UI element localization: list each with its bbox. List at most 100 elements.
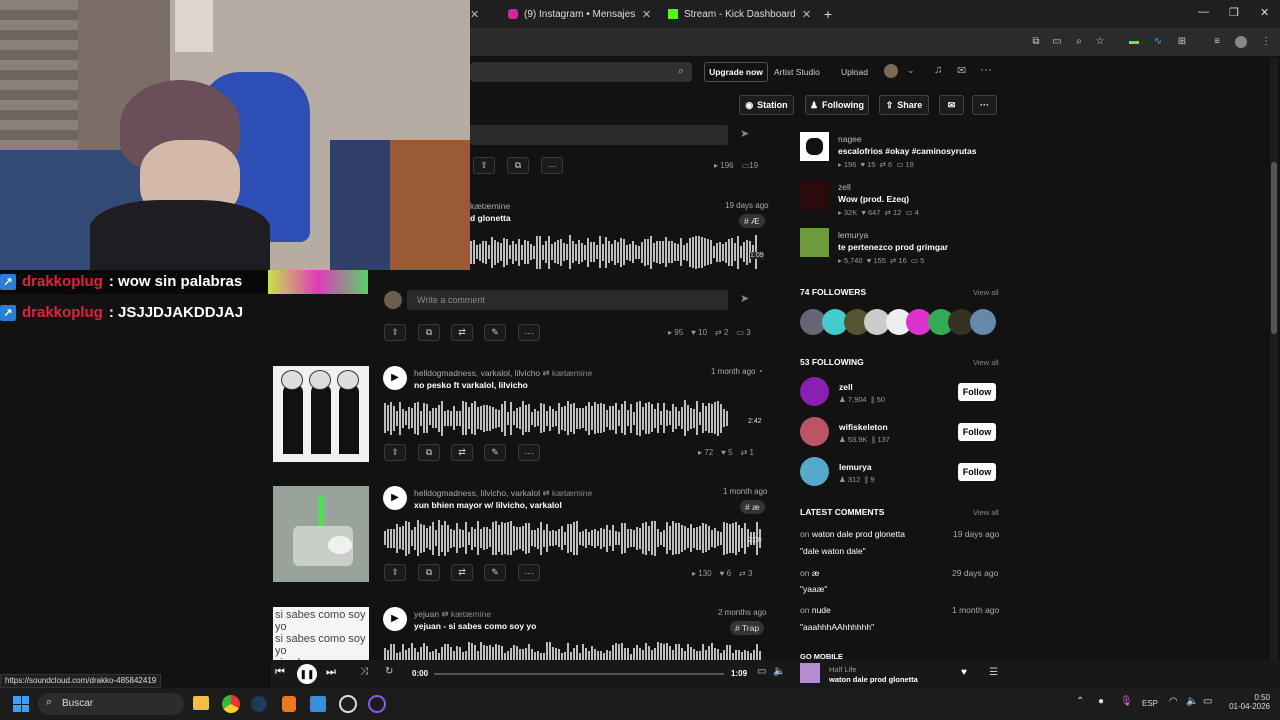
zoom-icon[interactable]: ⌕ bbox=[1073, 36, 1085, 48]
comment-track[interactable]: on nude bbox=[800, 605, 831, 615]
app-icon[interactable] bbox=[368, 695, 386, 713]
profile-avatar[interactable] bbox=[1235, 36, 1247, 48]
waveform[interactable] bbox=[384, 640, 761, 660]
plus-icon[interactable]: + bbox=[824, 6, 832, 22]
track-title[interactable]: no pesko ft varkalol, lilvicho bbox=[414, 380, 528, 390]
play-button[interactable]: ▶ bbox=[383, 607, 407, 631]
microphone-icon[interactable]: 🎙 bbox=[1120, 696, 1133, 707]
battery-icon[interactable]: ▭ bbox=[1203, 696, 1212, 707]
next-icon[interactable]: ⏭ bbox=[326, 666, 336, 679]
repost-button[interactable]: ⇄ bbox=[451, 564, 473, 581]
play-button[interactable]: ▶ bbox=[383, 366, 407, 390]
close-icon[interactable]: ✕ bbox=[470, 8, 479, 21]
copy-link-button[interactable]: ⧉ bbox=[418, 564, 440, 581]
following-name[interactable]: zell bbox=[839, 382, 853, 392]
track-title[interactable]: yejuan - si sabes como soy yo bbox=[414, 621, 536, 631]
send-icon[interactable]: ➤ bbox=[740, 127, 749, 140]
app-icon[interactable] bbox=[310, 696, 326, 712]
chrome-icon[interactable] bbox=[222, 695, 240, 713]
tray-icon[interactable]: ● bbox=[1098, 696, 1104, 707]
share-track-button[interactable]: ⇪ bbox=[473, 157, 495, 174]
track-artwork[interactable]: si sabes como soy yo si sabes como soy y… bbox=[273, 607, 369, 660]
track-artwork[interactable] bbox=[273, 486, 369, 582]
track-tag[interactable]: # æ bbox=[740, 500, 765, 514]
tab-close-prev[interactable]: ✕ bbox=[470, 4, 479, 24]
now-playing-title[interactable]: waton dale prod glonetta bbox=[829, 675, 918, 684]
following-button[interactable]: ♟ Following bbox=[805, 95, 869, 115]
scrollbar[interactable] bbox=[1270, 58, 1278, 660]
more-track-button[interactable]: ··· bbox=[518, 444, 540, 461]
send-icon[interactable]: ➤ bbox=[740, 292, 749, 305]
window-close-button[interactable]: ✕ bbox=[1260, 6, 1269, 19]
like-heart-icon[interactable]: ♥ bbox=[961, 667, 967, 678]
chevron-down-icon[interactable]: ⌄ bbox=[907, 65, 915, 76]
cast-icon[interactable]: ▭ bbox=[1051, 36, 1063, 48]
share-track-button[interactable]: ⇪ bbox=[384, 564, 406, 581]
wifi-icon[interactable]: ◠ bbox=[1169, 696, 1178, 707]
track-artist[interactable]: helldogmadness, varkalol, lilvicho ⇄ kæt… bbox=[414, 368, 592, 379]
comment-track[interactable]: on waton dale prod glonetta bbox=[800, 529, 905, 539]
extension-icon[interactable]: ▬ bbox=[1128, 36, 1140, 48]
mail-icon[interactable]: ✉ bbox=[957, 64, 966, 77]
pause-button[interactable]: ❚❚ bbox=[297, 664, 317, 684]
volume-icon[interactable]: 🔈 bbox=[1186, 696, 1198, 707]
puzzle-icon[interactable]: ⊞ bbox=[1176, 36, 1188, 48]
artist-studio-link[interactable]: Artist Studio bbox=[774, 67, 820, 77]
track-artist[interactable]: yejuan ⇄ kætæmine bbox=[414, 609, 491, 620]
like-artist[interactable]: nagee bbox=[838, 134, 862, 144]
track-artist[interactable]: kætæmine bbox=[470, 201, 510, 211]
close-icon[interactable]: ✕ bbox=[802, 8, 811, 21]
more-icon[interactable]: ··· bbox=[980, 62, 992, 76]
like-artist[interactable]: zell bbox=[838, 182, 851, 192]
follow-button[interactable]: Follow bbox=[958, 463, 996, 481]
following-name[interactable]: wifiskeleton bbox=[839, 422, 888, 432]
copy-link-button[interactable]: ⧉ bbox=[418, 324, 440, 341]
following-view-all[interactable]: View all bbox=[973, 358, 999, 367]
playlist-icon[interactable]: ≡ bbox=[1211, 36, 1223, 48]
steam-icon[interactable] bbox=[251, 696, 267, 712]
follow-button[interactable]: Follow bbox=[958, 423, 996, 441]
windows-start-icon[interactable] bbox=[13, 696, 29, 712]
comment-input[interactable]: Write a comment bbox=[407, 290, 728, 310]
search-input[interactable]: ⌕ bbox=[470, 62, 692, 82]
followers-view-all[interactable]: View all bbox=[973, 288, 999, 297]
close-icon[interactable]: ✕ bbox=[642, 8, 651, 21]
volume-icon[interactable]: 🔈 bbox=[773, 666, 785, 677]
like-title[interactable]: te pertenezco prod grimgar bbox=[838, 242, 948, 252]
waveform[interactable] bbox=[470, 234, 757, 270]
track-artist[interactable]: helldogmadness, lilvicho, varkalol ⇄ kæt… bbox=[414, 488, 592, 499]
tab-close-instagram[interactable]: ✕ bbox=[642, 4, 651, 24]
maximize-button[interactable]: ❐ bbox=[1229, 6, 1239, 19]
following-name[interactable]: lemurya bbox=[839, 462, 872, 472]
cast-icon[interactable]: ▭ bbox=[757, 666, 766, 677]
taskbar-search[interactable]: ⌕ Buscar bbox=[38, 693, 184, 715]
language-indicator[interactable]: ESP bbox=[1142, 699, 1158, 708]
tab-kick[interactable]: Stream - Kick Dashboard bbox=[668, 4, 798, 24]
tab-close-kick[interactable]: ✕ bbox=[802, 4, 811, 24]
waveform[interactable] bbox=[384, 518, 761, 558]
shuffle-icon[interactable]: ⤨ bbox=[360, 666, 368, 677]
follower-avatar[interactable] bbox=[970, 309, 996, 335]
repost-button[interactable]: ⇄ bbox=[451, 444, 473, 461]
upgrade-button[interactable]: Upgrade now bbox=[704, 62, 768, 82]
now-playing-art[interactable] bbox=[800, 663, 820, 683]
tab-instagram[interactable]: (9) Instagram • Mensajes bbox=[508, 4, 648, 24]
comment-track[interactable]: on æ bbox=[800, 568, 819, 578]
track-artwork[interactable] bbox=[273, 366, 369, 462]
share-button[interactable]: ⇪ Share bbox=[879, 95, 929, 115]
share-track-button[interactable]: ⇪ bbox=[384, 444, 406, 461]
bell-icon[interactable]: ♫ bbox=[934, 64, 942, 76]
scrollbar-thumb[interactable] bbox=[1271, 162, 1277, 334]
more-track-button[interactable]: ··· bbox=[518, 564, 540, 581]
repost-button[interactable]: ⇄ bbox=[451, 324, 473, 341]
track-thumbnail[interactable] bbox=[800, 180, 829, 209]
more-track-button[interactable]: ··· bbox=[518, 324, 540, 341]
track-thumbnail[interactable] bbox=[800, 132, 829, 161]
edit-button[interactable]: ✎ bbox=[484, 324, 506, 341]
obs-icon[interactable] bbox=[339, 695, 357, 713]
menu-icon[interactable]: ⋮ bbox=[1260, 36, 1272, 48]
bookmark-star-icon[interactable]: ☆ bbox=[1094, 36, 1106, 48]
comment-input[interactable] bbox=[470, 125, 728, 145]
new-tab-button[interactable]: + bbox=[824, 4, 832, 24]
station-button[interactable]: ◉ Station bbox=[739, 95, 794, 115]
